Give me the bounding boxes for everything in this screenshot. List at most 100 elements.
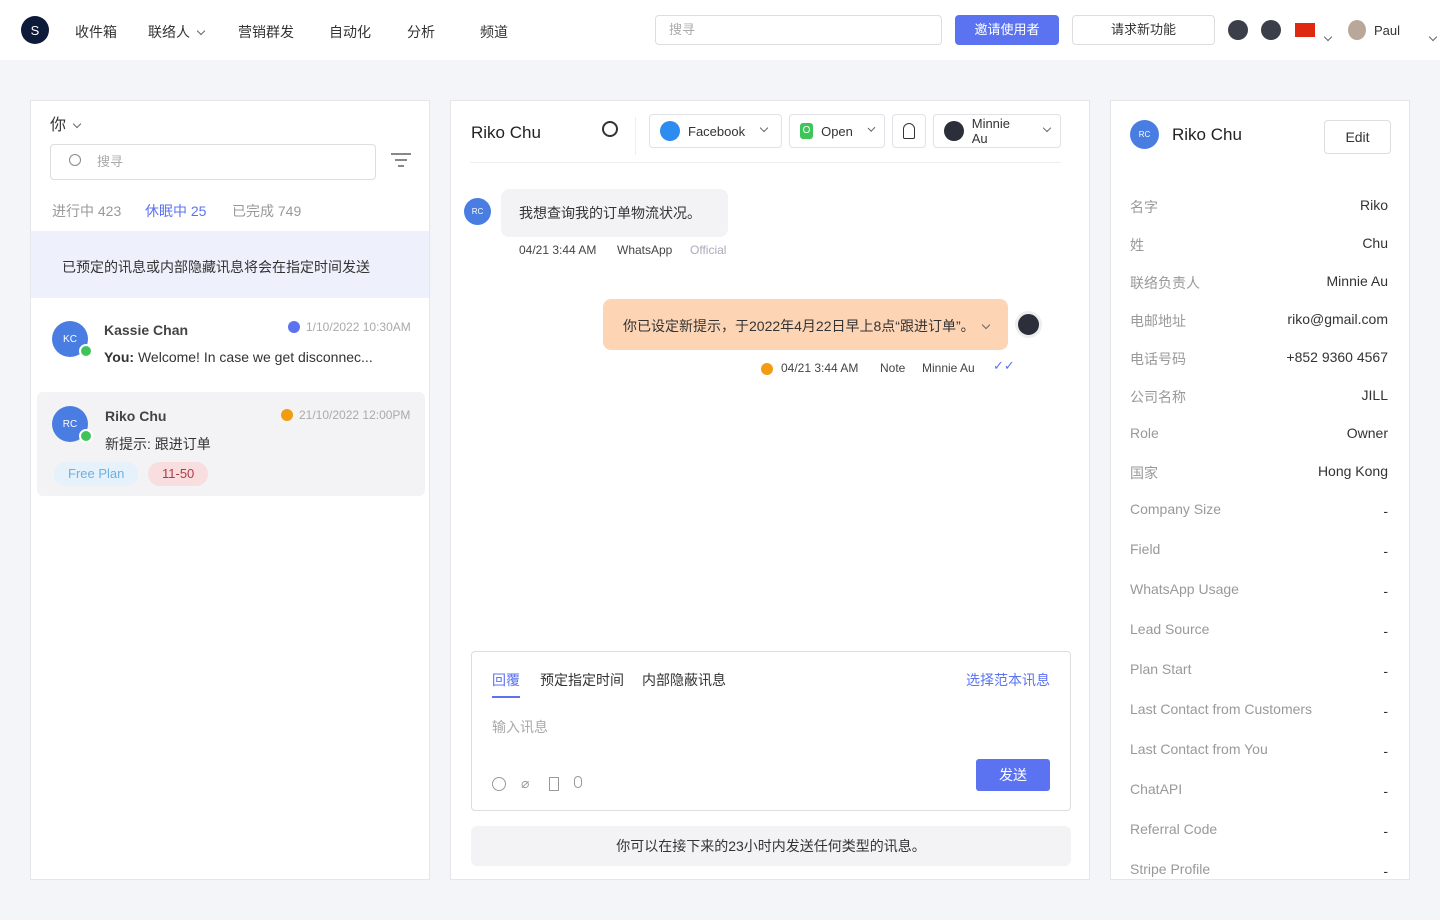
preview-prefix: You: [104, 349, 134, 365]
field-value: +852 9360 4567 [1286, 349, 1388, 365]
field-value: JILL [1362, 387, 1388, 403]
settings-icon[interactable] [1228, 20, 1248, 40]
whatsapp-icon [79, 429, 93, 443]
chevron-down-icon[interactable] [1429, 33, 1437, 41]
edit-button[interactable]: Edit [1324, 120, 1391, 154]
invite-user-button[interactable]: 邀请使用者 [955, 15, 1059, 45]
select-template-link[interactable]: 选择范本讯息 [966, 670, 1050, 690]
nav-contacts-label: 联络人 [148, 24, 190, 40]
field-label: ChatAPI [1130, 781, 1182, 797]
message-input[interactable]: 输入讯息 [492, 717, 952, 737]
avatar: RC [1130, 120, 1159, 149]
clock-icon [288, 321, 300, 333]
status-icon: O [800, 123, 813, 139]
chevron-down-icon[interactable] [1324, 33, 1332, 41]
tab-completed[interactable]: 已完成 749 [232, 201, 301, 221]
tab-schedule[interactable]: 预定指定时间 [540, 670, 624, 690]
status-label: Open [821, 124, 853, 139]
field-value: - [1383, 663, 1388, 679]
add-user-icon [903, 123, 915, 139]
agent-avatar [1015, 311, 1042, 338]
avatar: RC [464, 198, 491, 225]
tab-active[interactable]: 进行中 423 [52, 201, 121, 221]
field-value: - [1383, 743, 1388, 759]
chevron-down-icon[interactable] [981, 321, 989, 329]
contact-name: Riko Chu [105, 408, 166, 424]
whatsapp-icon [79, 344, 93, 358]
field-value: Minnie Au [1327, 273, 1388, 289]
channel-dropdown[interactable]: Facebook [649, 114, 782, 148]
field-value: - [1383, 863, 1388, 879]
add-user-button[interactable] [892, 114, 926, 148]
owner-filter[interactable]: 你 [50, 111, 80, 135]
contact-profile-panel: RC Riko Chu Edit 名字Riko姓Chu联络负责人Minnie A… [1110, 100, 1410, 880]
nav-inbox[interactable]: 收件箱 [75, 22, 117, 42]
field-label: Stripe Profile [1130, 861, 1210, 877]
emoji-icon[interactable] [492, 777, 506, 791]
field-label: Last Contact from You [1130, 741, 1268, 757]
user-name[interactable]: Paul [1374, 23, 1400, 38]
tag-free-plan: Free Plan [54, 462, 138, 486]
message-time: 04/21 3:44 AM [519, 243, 596, 257]
field-label: Field [1130, 541, 1160, 557]
nav-broadcast[interactable]: 营销群发 [238, 22, 294, 42]
conversation-item-selected[interactable]: RC Riko Chu 21/10/2022 12:00PM 新提示: 跟进订单… [37, 392, 425, 496]
microphone-icon[interactable] [574, 776, 582, 788]
field-value: Chu [1362, 235, 1388, 251]
attachment-icon[interactable]: ⌀ [521, 775, 529, 792]
field-value: - [1383, 623, 1388, 639]
assignee-dropdown[interactable]: Minnie Au [933, 114, 1061, 148]
chat-panel: Riko Chu Facebook OOpen Minnie Au RC 我想查… [450, 100, 1090, 880]
incoming-message: 我想查询我的订单物流状况。 [501, 189, 728, 237]
field-label: Last Contact from Customers [1130, 701, 1312, 717]
message-type: Note [880, 361, 905, 375]
nav-analytics[interactable]: 分析 [407, 22, 435, 42]
profile-name: Riko Chu [1172, 125, 1242, 145]
tag-company-size: 11-50 [148, 462, 208, 486]
logo[interactable]: S [21, 16, 49, 44]
field-value: - [1383, 783, 1388, 799]
nav-contacts[interactable]: 联络人 [148, 22, 204, 42]
tab-reply[interactable]: 回覆 [492, 670, 520, 698]
hong-kong-flag-icon[interactable] [1295, 23, 1315, 37]
bookmark-icon[interactable] [549, 777, 559, 791]
nav-automation[interactable]: 自动化 [329, 22, 371, 42]
field-value: Riko [1360, 197, 1388, 213]
global-search-input[interactable]: 搜寻 [655, 15, 942, 45]
divider [470, 162, 1061, 163]
nav-channels[interactable]: 频道 [480, 22, 508, 42]
assignee-label: Minnie Au [972, 116, 1028, 146]
field-label: WhatsApp Usage [1130, 581, 1239, 597]
assignee-avatar [944, 121, 964, 141]
conversation-list-panel: 你 搜寻 进行中 423 休眠中 25 已完成 749 已预定的讯息或内部隐藏讯… [30, 100, 430, 880]
status-dropdown[interactable]: O Open [789, 114, 885, 148]
clock-icon [281, 409, 293, 421]
field-label: 公司名称 [1130, 387, 1186, 407]
field-label: 联络负责人 [1130, 273, 1200, 293]
tab-internal-note[interactable]: 内部隐蔽讯息 [642, 670, 726, 690]
divider [635, 117, 636, 155]
field-value: Owner [1347, 425, 1388, 441]
field-value: - [1383, 543, 1388, 559]
chevron-down-icon [1043, 124, 1051, 132]
chevron-down-icon [868, 124, 876, 132]
channel-label: Facebook [688, 124, 745, 139]
scheduled-notice: 已预定的讯息或内部隐藏讯息将会在指定时间发送 [31, 231, 429, 298]
field-label: Company Size [1130, 501, 1221, 517]
notification-bell-icon[interactable] [1261, 20, 1281, 40]
tab-dormant[interactable]: 休眠中 25 [133, 201, 218, 235]
send-button[interactable]: 发送 [976, 759, 1050, 791]
contact-name: Kassie Chan [104, 322, 188, 338]
user-avatar[interactable] [1348, 20, 1366, 40]
field-label: Referral Code [1130, 821, 1217, 837]
search-icon [69, 154, 81, 166]
official-badge: Official [690, 243, 726, 257]
owner-label: 你 [50, 117, 66, 134]
filter-icon[interactable] [391, 153, 411, 167]
field-label: 电邮地址 [1130, 311, 1186, 331]
conversation-search-input[interactable]: 搜寻 [50, 144, 376, 180]
conversation-item[interactable]: KC Kassie Chan 1/10/2022 10:30AM You: We… [31, 301, 429, 389]
search-icon[interactable] [602, 121, 618, 137]
message-preview: You: Welcome! In case we get disconnec..… [104, 349, 373, 365]
request-feature-button[interactable]: 请求新功能 [1072, 15, 1215, 45]
